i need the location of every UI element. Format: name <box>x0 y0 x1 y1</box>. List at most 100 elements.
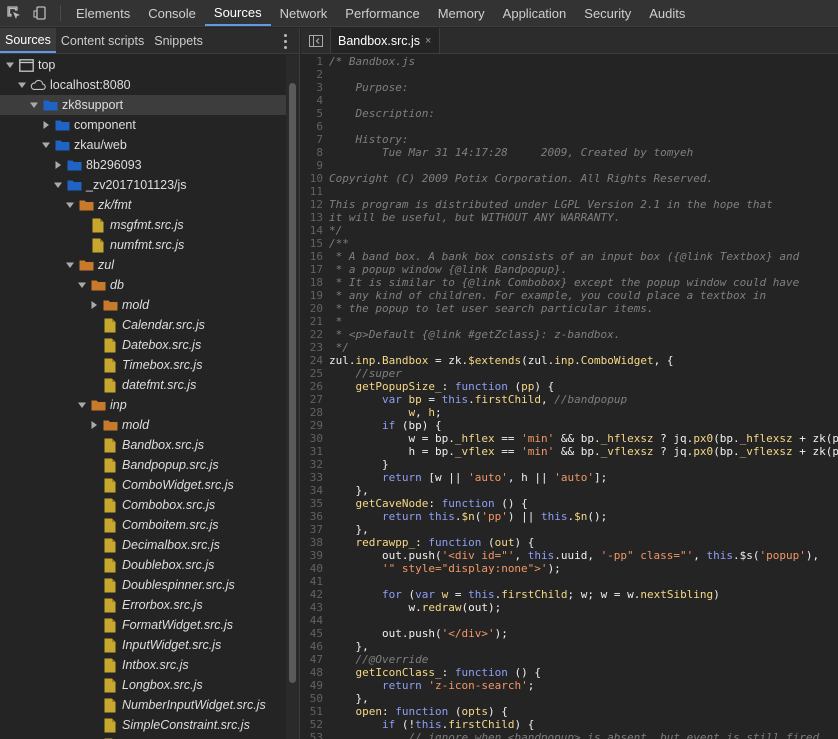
tree-item-doublebox-src-js[interactable]: Doublebox.src.js <box>0 555 286 575</box>
tree-item-comboitem-src-js[interactable]: Comboitem.src.js <box>0 515 286 535</box>
line-number[interactable]: 33 <box>301 471 329 484</box>
tree-item-top[interactable]: top <box>0 55 286 75</box>
line-number[interactable]: 3 <box>301 81 329 94</box>
tab-application[interactable]: Application <box>494 0 576 26</box>
toggle-navigator-icon[interactable] <box>301 28 331 53</box>
tab-network[interactable]: Network <box>271 0 337 26</box>
tree-item-formatwidget-src-js[interactable]: FormatWidget.src.js <box>0 615 286 635</box>
tree-item-localhost-8080[interactable]: localhost:8080 <box>0 75 286 95</box>
tree-item-8b296093[interactable]: 8b296093 <box>0 155 286 175</box>
line-number[interactable]: 9 <box>301 159 329 172</box>
line-number[interactable]: 46 <box>301 640 329 653</box>
tree-item-intbox-src-js[interactable]: Intbox.src.js <box>0 655 286 675</box>
collapsed-arrow-icon[interactable] <box>40 119 52 131</box>
line-number[interactable]: 38 <box>301 536 329 549</box>
tree-item-decimalbox-src-js[interactable]: Decimalbox.src.js <box>0 535 286 555</box>
tree-item-simpleconstraint-src-js[interactable]: SimpleConstraint.src.js <box>0 715 286 735</box>
scrollbar-thumb[interactable] <box>289 83 296 683</box>
tree-item-spinner-src-js[interactable]: Spinner.src.js <box>0 735 286 739</box>
line-number[interactable]: 12 <box>301 198 329 211</box>
tree-item-doublespinner-src-js[interactable]: Doublespinner.src.js <box>0 575 286 595</box>
line-number[interactable]: 36 <box>301 510 329 523</box>
tab-elements[interactable]: Elements <box>67 0 139 26</box>
tree-item-combowidget-src-js[interactable]: ComboWidget.src.js <box>0 475 286 495</box>
line-number[interactable]: 20 <box>301 302 329 315</box>
line-number[interactable]: 21 <box>301 315 329 328</box>
close-tab-icon[interactable]: × <box>425 35 431 47</box>
tree-item-inputwidget-src-js[interactable]: InputWidget.src.js <box>0 635 286 655</box>
line-number[interactable]: 1 <box>301 55 329 68</box>
tree-item-combobox-src-js[interactable]: Combobox.src.js <box>0 495 286 515</box>
line-number[interactable]: 37 <box>301 523 329 536</box>
line-number[interactable]: 10 <box>301 172 329 185</box>
tab-audits[interactable]: Audits <box>640 0 694 26</box>
line-number[interactable]: 15 <box>301 237 329 250</box>
expanded-arrow-icon[interactable] <box>52 179 64 191</box>
expanded-arrow-icon[interactable] <box>16 79 28 91</box>
line-number[interactable]: 32 <box>301 458 329 471</box>
tree-item-db[interactable]: db <box>0 275 286 295</box>
line-number[interactable]: 34 <box>301 484 329 497</box>
tree-item-numfmt-src-js[interactable]: numfmt.src.js <box>0 235 286 255</box>
expanded-arrow-icon[interactable] <box>40 139 52 151</box>
line-number[interactable]: 29 <box>301 419 329 432</box>
line-number[interactable]: 40 <box>301 562 329 575</box>
line-number[interactable]: 7 <box>301 133 329 146</box>
expanded-arrow-icon[interactable] <box>28 99 40 111</box>
expanded-arrow-icon[interactable] <box>64 199 76 211</box>
line-number[interactable]: 6 <box>301 120 329 133</box>
line-number[interactable]: 22 <box>301 328 329 341</box>
tree-item-numberinputwidget-src-js[interactable]: NumberInputWidget.src.js <box>0 695 286 715</box>
subtab-snippets[interactable]: Snippets <box>149 28 208 53</box>
expanded-arrow-icon[interactable] <box>4 59 16 71</box>
tab-memory[interactable]: Memory <box>429 0 494 26</box>
line-number[interactable]: 45 <box>301 627 329 640</box>
line-number[interactable]: 49 <box>301 679 329 692</box>
line-number[interactable]: 30 <box>301 432 329 445</box>
tree-item-msgfmt-src-js[interactable]: msgfmt.src.js <box>0 215 286 235</box>
tree-item-timebox-src-js[interactable]: Timebox.src.js <box>0 355 286 375</box>
tree-item-zk8support[interactable]: zk8support <box>0 95 286 115</box>
tree-item-bandbox-src-js[interactable]: Bandbox.src.js <box>0 435 286 455</box>
tree-item-mold[interactable]: mold <box>0 415 286 435</box>
tree-item-longbox-src-js[interactable]: Longbox.src.js <box>0 675 286 695</box>
tree-item-zul[interactable]: zul <box>0 255 286 275</box>
line-number[interactable]: 5 <box>301 107 329 120</box>
line-number[interactable]: 31 <box>301 445 329 458</box>
line-number[interactable]: 18 <box>301 276 329 289</box>
line-number[interactable]: 51 <box>301 705 329 718</box>
line-number[interactable]: 17 <box>301 263 329 276</box>
line-number[interactable]: 24 <box>301 354 329 367</box>
line-number[interactable]: 2 <box>301 68 329 81</box>
expanded-arrow-icon[interactable] <box>76 399 88 411</box>
line-number[interactable]: 11 <box>301 185 329 198</box>
line-number[interactable]: 28 <box>301 406 329 419</box>
line-number[interactable]: 14 <box>301 224 329 237</box>
line-number[interactable]: 27 <box>301 393 329 406</box>
line-number[interactable]: 8 <box>301 146 329 159</box>
line-number[interactable]: 47 <box>301 653 329 666</box>
expanded-arrow-icon[interactable] <box>64 259 76 271</box>
expanded-arrow-icon[interactable] <box>76 279 88 291</box>
line-number[interactable]: 4 <box>301 94 329 107</box>
line-number[interactable]: 39 <box>301 549 329 562</box>
tree-item-datefmt-src-js[interactable]: datefmt.src.js <box>0 375 286 395</box>
line-number[interactable]: 44 <box>301 614 329 627</box>
tree-item-zk-fmt[interactable]: zk/fmt <box>0 195 286 215</box>
tree-item-datebox-src-js[interactable]: Datebox.src.js <box>0 335 286 355</box>
line-number[interactable]: 16 <box>301 250 329 263</box>
line-number[interactable]: 13 <box>301 211 329 224</box>
tree-item-errorbox-src-js[interactable]: Errorbox.src.js <box>0 595 286 615</box>
inspect-element-icon[interactable] <box>0 0 27 26</box>
subtab-content-scripts[interactable]: Content scripts <box>56 28 149 53</box>
line-number[interactable]: 43 <box>301 601 329 614</box>
line-number[interactable]: 23 <box>301 341 329 354</box>
code-editor[interactable]: 1/* Bandbox.js 2 3 Purpose: 4 5 Description:… <box>301 55 838 739</box>
subtab-sources[interactable]: Sources <box>0 28 56 53</box>
tree-item-component[interactable]: component <box>0 115 286 135</box>
tab-security[interactable]: Security <box>575 0 640 26</box>
line-number[interactable]: 25 <box>301 367 329 380</box>
collapsed-arrow-icon[interactable] <box>88 419 100 431</box>
collapsed-arrow-icon[interactable] <box>52 159 64 171</box>
tab-sources[interactable]: Sources <box>204 0 271 26</box>
